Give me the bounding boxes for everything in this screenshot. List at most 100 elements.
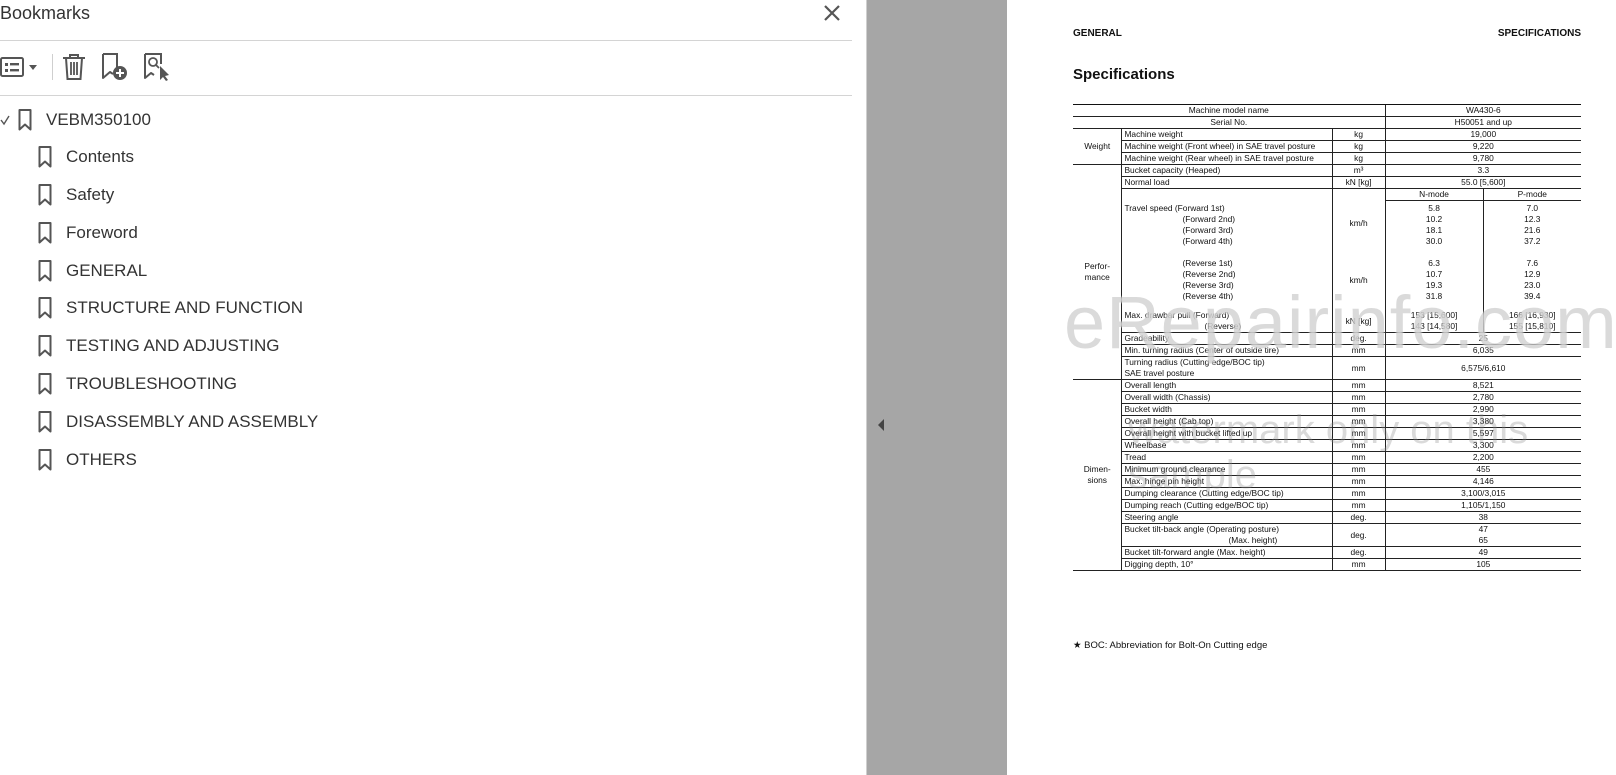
table-cell: Machine weight (Front wheel) in SAE trav… (1121, 140, 1333, 153)
table-cell: mm (1331, 427, 1386, 440)
table-row: Minimum ground clearance mm 455 (1073, 463, 1581, 476)
table-cell: deg. (1331, 546, 1386, 559)
bookmark-label: STRUCTURE AND FUNCTION (66, 298, 304, 317)
table-cell: km/h (1331, 247, 1386, 302)
table-cell: Max. hinge pin height (1121, 475, 1333, 488)
bookmark-label: GENERAL (66, 261, 148, 280)
bookmark-item-troubleshooting[interactable]: TROUBLESHOOTING (38, 368, 237, 400)
bookmark-root-item[interactable]: VEBM350100 (0, 104, 151, 136)
table-cell: 55.0 [5,600] (1384, 176, 1581, 189)
table-cell: Tread (1121, 451, 1333, 464)
bookmarks-panel: Bookmarks VEBM350100 Contents Safety For… (0, 0, 852, 775)
bookmark-label: VEBM350100 (46, 110, 151, 129)
bookmark-item-structure[interactable]: STRUCTURE AND FUNCTION (38, 292, 303, 324)
table-cell: Dumping reach (Cutting edge/BOC tip) (1121, 499, 1333, 512)
table-cell: mm (1331, 356, 1386, 380)
bookmark-item-foreword[interactable]: Foreword (38, 217, 138, 249)
table-cell: 8,521 (1384, 379, 1581, 392)
table-cell: 105 (1384, 558, 1581, 571)
bookmark-item-disassembly[interactable]: DISASSEMBLY AND ASSEMBLY (38, 406, 318, 438)
bookmark-icon (38, 146, 52, 168)
options-menu-button[interactable] (0, 52, 44, 82)
table-cell: mm (1331, 475, 1386, 488)
table-cell: 2,780 (1384, 391, 1581, 404)
table-cell: 455 (1384, 463, 1581, 476)
bookmark-label: OTHERS (66, 450, 137, 469)
table-cell: 166 [16,930] 155 [15,810] (1482, 302, 1581, 333)
bookmark-label: Safety (66, 185, 115, 204)
table-row: Turning radius (Cutting edge/BOC tip) SA… (1073, 356, 1581, 380)
table-row: Steering angle deg. 38 (1073, 511, 1581, 524)
table-cell: Machine weight (1121, 128, 1333, 141)
chevron-down-icon[interactable] (0, 114, 10, 126)
table-cell: kg (1331, 128, 1386, 141)
bookmark-item-testing[interactable]: TESTING AND ADJUSTING (38, 330, 279, 362)
table-cell: 3,300 (1384, 439, 1581, 452)
running-header-left: GENERAL (1073, 28, 1122, 39)
table-cell: 7.6 12.9 23.0 39.4 (1482, 247, 1581, 302)
table-cell: kN [kg] (1331, 302, 1386, 333)
collapse-panel-button[interactable] (876, 418, 886, 432)
table-row: Machine weight (Front wheel) in SAE trav… (1073, 140, 1581, 153)
table-cell: 49 (1384, 546, 1581, 559)
table-cell: 6,575/6,610 (1384, 356, 1581, 380)
table-cell: deg. (1331, 511, 1386, 524)
group-label: Weight (1073, 128, 1122, 165)
table-cell: Bucket tilt-back angle (Operating postur… (1121, 523, 1333, 547)
table-row: Bucket tilt-forward angle (Max. height) d… (1073, 546, 1581, 559)
table-row: Overall height with bucket lifted up mm 5,… (1073, 427, 1581, 440)
delete-bookmark-button[interactable] (60, 52, 88, 82)
bookmark-item-general[interactable]: GENERAL (38, 255, 147, 287)
table-cell: Wheelbase (1121, 439, 1333, 452)
table-cell: 38 (1384, 511, 1581, 524)
table-cell: 9,220 (1384, 140, 1581, 153)
bookmark-icon (38, 260, 52, 282)
table-cell: mm (1331, 463, 1386, 476)
table-row: Max. drawbar pull (Forward) (Reverse) kN… (1073, 302, 1581, 333)
close-icon (824, 5, 840, 21)
table-cell: Minimum ground clearance (1121, 463, 1333, 476)
table-cell: 1,105/1,150 (1384, 499, 1581, 512)
bookmarks-toolbar (0, 52, 200, 82)
table-cell: Normal load (1121, 176, 1333, 189)
divider (0, 40, 852, 41)
document-gutter (867, 0, 1007, 775)
table-cell: Bucket width (1121, 403, 1333, 416)
table-cell: 5.8 10.2 18.1 30.0 (1384, 200, 1484, 247)
table-cell: deg. (1331, 332, 1386, 345)
bookmark-label: TROUBLESHOOTING (66, 374, 237, 393)
table-cell: kN [kg] (1331, 176, 1386, 189)
table-cell: mm (1331, 451, 1386, 464)
running-header-right: SPECIFICATIONS (1497, 28, 1581, 39)
table-cell: Turning radius (Cutting edge/BOC tip) SA… (1121, 356, 1333, 380)
find-bookmark-button[interactable] (142, 52, 172, 82)
page-title: Specifications (1073, 66, 1175, 83)
bookmark-item-others[interactable]: OTHERS (38, 444, 137, 476)
new-bookmark-button[interactable] (100, 52, 130, 82)
table-cell: Machine model name (1073, 104, 1386, 117)
table-cell: 7.0 12.3 21.6 37.2 (1482, 200, 1581, 247)
table-cell: mm (1331, 403, 1386, 416)
table-row: N-mode P-mode (1073, 188, 1581, 201)
table-cell: 3.3 (1384, 164, 1581, 177)
bookmark-add-icon (102, 53, 127, 80)
table-cell: 9,780 (1384, 152, 1581, 165)
table-row: Min. turning radius (Center of outside t… (1073, 344, 1581, 357)
bookmark-label: Foreword (66, 223, 138, 242)
table-cell: 5,597 (1384, 427, 1581, 440)
table-cell: mm (1331, 487, 1386, 500)
specifications-table: Machine model name WA430-6 Serial No. H5… (1073, 104, 1581, 571)
table-cell: 4,146 (1384, 475, 1581, 488)
close-button[interactable] (822, 3, 842, 23)
bookmark-search-icon (144, 53, 169, 81)
bookmark-icon (38, 222, 52, 244)
bookmark-item-safety[interactable]: Safety (38, 179, 114, 211)
bookmark-item-contents[interactable]: Contents (38, 141, 134, 173)
table-row: Weight Machine weight kg 19,000 (1073, 128, 1581, 165)
table-row: Bucket tilt-back angle (Operating postur… (1073, 523, 1581, 547)
panel-title: Bookmarks (0, 3, 91, 23)
table-row: Max. hinge pin height mm 4,146 (1073, 475, 1581, 488)
bookmark-icon (38, 297, 52, 319)
table-row: Dumping clearance (Cutting edge/BOC tip)… (1073, 487, 1581, 500)
table-cell: mm (1331, 499, 1386, 512)
